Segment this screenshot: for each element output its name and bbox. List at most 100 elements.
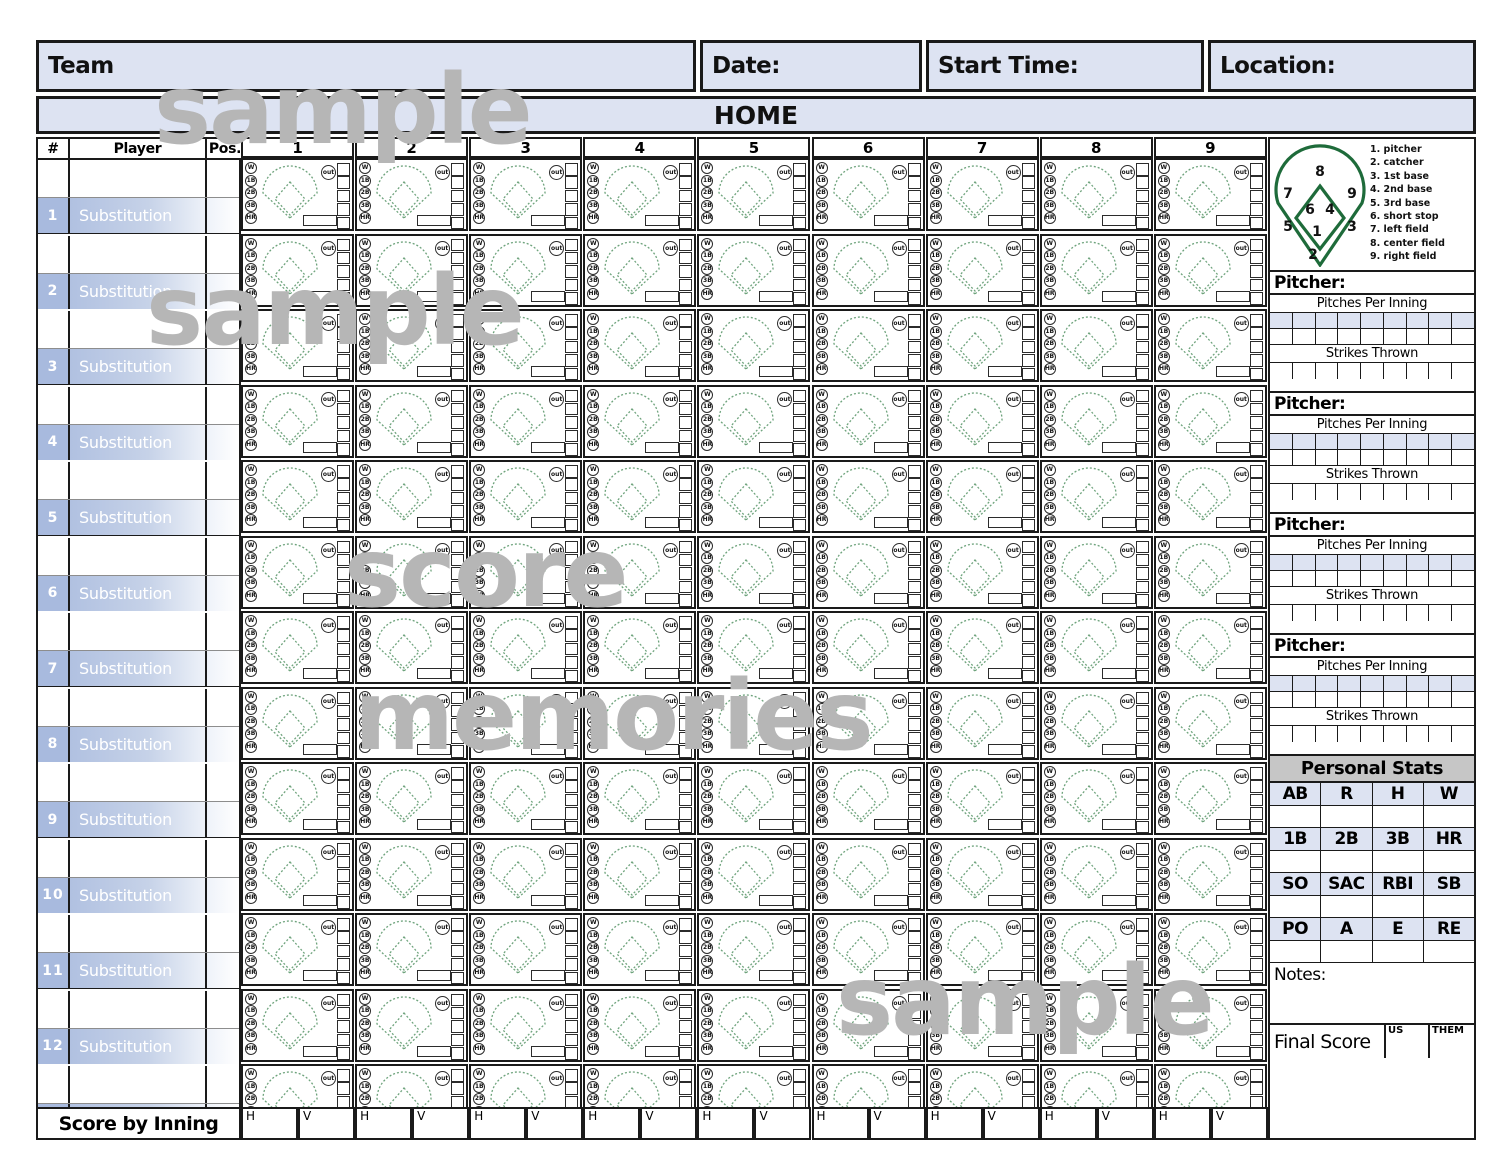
- base-marker-hr-icon[interactable]: HR: [473, 363, 486, 375]
- pitch-count-box[interactable]: [337, 731, 351, 745]
- base-marker-2b-icon[interactable]: 2B: [815, 187, 828, 199]
- at-bat-cell[interactable]: W1B2B3BHRout: [583, 988, 697, 1062]
- rbi-box[interactable]: [759, 215, 794, 226]
- base-marker-w-icon[interactable]: W: [929, 313, 942, 325]
- base-marker-w-icon[interactable]: W: [815, 162, 828, 174]
- pitch-count-box[interactable]: [907, 216, 921, 229]
- pitch-count-box[interactable]: [565, 292, 579, 305]
- base-marker-1b-icon[interactable]: 1B: [1043, 1005, 1056, 1017]
- base-marker-2b-icon[interactable]: 2B: [245, 1017, 257, 1030]
- out-marker-icon[interactable]: out: [891, 542, 907, 558]
- rbi-box[interactable]: [645, 894, 680, 906]
- rbi-box[interactable]: [987, 1045, 1022, 1057]
- base-marker-w-icon[interactable]: W: [929, 841, 942, 854]
- pitch-count-box[interactable]: [1249, 931, 1263, 944]
- pitch-count-box[interactable]: [337, 669, 351, 682]
- base-marker-3b-icon[interactable]: 3B: [1043, 501, 1056, 514]
- scoring-diamond-icon[interactable]: [259, 541, 321, 597]
- at-bat-cell[interactable]: W1B2B3BHRout: [697, 837, 811, 911]
- pitch-count-box[interactable]: [451, 429, 465, 443]
- base-marker-1b-icon[interactable]: 1B: [701, 250, 714, 262]
- base-marker-1b-icon[interactable]: 1B: [359, 1080, 372, 1093]
- pitcher-count-cell[interactable]: [1384, 450, 1407, 465]
- rbi-box[interactable]: [417, 366, 452, 377]
- base-marker-3b-icon[interactable]: 3B: [1043, 728, 1056, 740]
- base-marker-1b-icon[interactable]: 1B: [701, 401, 714, 413]
- personal-stats-value-cell[interactable]: [1321, 806, 1373, 827]
- player-position-cell[interactable]: [207, 160, 239, 197]
- base-marker-2b-icon[interactable]: 2B: [245, 866, 257, 879]
- pitch-count-box[interactable]: [1021, 278, 1035, 292]
- pitch-count-box[interactable]: [679, 691, 693, 705]
- base-marker-w-icon[interactable]: W: [929, 690, 942, 703]
- at-bat-cell[interactable]: W1B2B3BHRout: [469, 686, 583, 760]
- scoring-diamond-icon[interactable]: [944, 616, 1006, 672]
- base-marker-2b-icon[interactable]: 2B: [815, 338, 828, 350]
- rbi-box[interactable]: [873, 819, 908, 830]
- base-marker-hr-icon[interactable]: HR: [701, 1042, 714, 1055]
- scoring-diamond-icon[interactable]: [601, 616, 663, 672]
- base-marker-3b-icon[interactable]: 3B: [473, 199, 486, 212]
- pitch-count-box[interactable]: [1021, 869, 1035, 882]
- base-marker-hr-icon[interactable]: HR: [701, 287, 714, 300]
- base-marker-1b-icon[interactable]: 1B: [701, 854, 714, 866]
- pitch-count-box[interactable]: [451, 704, 465, 718]
- base-marker-2b-icon[interactable]: 2B: [473, 866, 486, 879]
- base-marker-w-icon[interactable]: W: [587, 388, 600, 401]
- base-marker-2b-icon[interactable]: 2B: [473, 715, 486, 728]
- base-marker-2b-icon[interactable]: 2B: [1043, 640, 1056, 652]
- base-marker-2b-icon[interactable]: 2B: [701, 640, 714, 652]
- out-marker-icon[interactable]: out: [1233, 165, 1249, 180]
- pitcher-count-cell[interactable]: [1429, 450, 1453, 465]
- base-marker-hr-icon[interactable]: HR: [1043, 287, 1056, 300]
- pitch-count-box[interactable]: [907, 718, 921, 731]
- base-marker-3b-icon[interactable]: 3B: [701, 652, 714, 665]
- pitch-count-box[interactable]: [793, 971, 807, 984]
- pitch-count-box[interactable]: [907, 793, 921, 807]
- scoring-diamond-icon[interactable]: [715, 918, 777, 974]
- out-marker-icon[interactable]: out: [1233, 769, 1249, 784]
- rbi-box[interactable]: [303, 1045, 337, 1057]
- base-marker-1b-icon[interactable]: 1B: [1043, 174, 1056, 187]
- pitcher-count-cell[interactable]: [1270, 726, 1293, 742]
- pitch-count-box[interactable]: [1249, 429, 1263, 443]
- base-marker-2b-icon[interactable]: 2B: [815, 262, 828, 275]
- personal-stats-value-cell[interactable]: [1424, 806, 1474, 827]
- base-marker-3b-icon[interactable]: 3B: [359, 577, 372, 589]
- base-marker-hr-icon[interactable]: HR: [473, 816, 486, 828]
- base-marker-w-icon[interactable]: W: [815, 1068, 828, 1080]
- pitch-count-box[interactable]: [565, 820, 579, 833]
- at-bat-cell[interactable]: W1B2B3BHRout: [697, 913, 811, 986]
- pitch-count-box[interactable]: [907, 780, 921, 793]
- pitch-count-box[interactable]: [337, 465, 351, 478]
- base-marker-3b-icon[interactable]: 3B: [929, 728, 942, 740]
- base-marker-1b-icon[interactable]: 1B: [587, 552, 600, 564]
- base-marker-hr-icon[interactable]: HR: [1157, 740, 1170, 753]
- base-marker-w-icon[interactable]: W: [1043, 841, 1056, 854]
- base-marker-2b-icon[interactable]: 2B: [587, 262, 600, 275]
- pitch-count-box[interactable]: [793, 731, 807, 745]
- base-marker-3b-icon[interactable]: 3B: [815, 275, 828, 287]
- base-marker-hr-icon[interactable]: HR: [587, 589, 600, 602]
- pitch-count-box[interactable]: [907, 238, 921, 252]
- out-marker-icon[interactable]: out: [1119, 391, 1135, 407]
- out-marker-icon[interactable]: out: [1233, 467, 1249, 482]
- base-marker-3b-icon[interactable]: 3B: [929, 652, 942, 665]
- pitch-count-box[interactable]: [1249, 731, 1263, 745]
- player-name-row[interactable]: [38, 311, 239, 349]
- scoring-diamond-icon[interactable]: [487, 767, 549, 823]
- pitch-count-box[interactable]: [337, 327, 351, 340]
- pitch-count-box[interactable]: [679, 704, 693, 718]
- substitution-row[interactable]: 1 Substitution: [38, 198, 239, 233]
- pitch-count-box[interactable]: [337, 642, 351, 656]
- out-marker-icon[interactable]: out: [1005, 165, 1021, 180]
- score-by-inning-cell[interactable]: V: [1210, 1107, 1268, 1140]
- pitch-count-box[interactable]: [565, 704, 579, 718]
- base-marker-w-icon[interactable]: W: [359, 313, 372, 325]
- pitch-count-box[interactable]: [1249, 340, 1263, 354]
- pitch-count-box[interactable]: [1249, 780, 1263, 793]
- base-marker-3b-icon[interactable]: 3B: [1157, 275, 1170, 287]
- at-bat-cell[interactable]: W1B2B3BHRout: [241, 233, 355, 307]
- pitcher-count-cell[interactable]: [1429, 692, 1453, 707]
- base-marker-1b-icon[interactable]: 1B: [473, 703, 486, 715]
